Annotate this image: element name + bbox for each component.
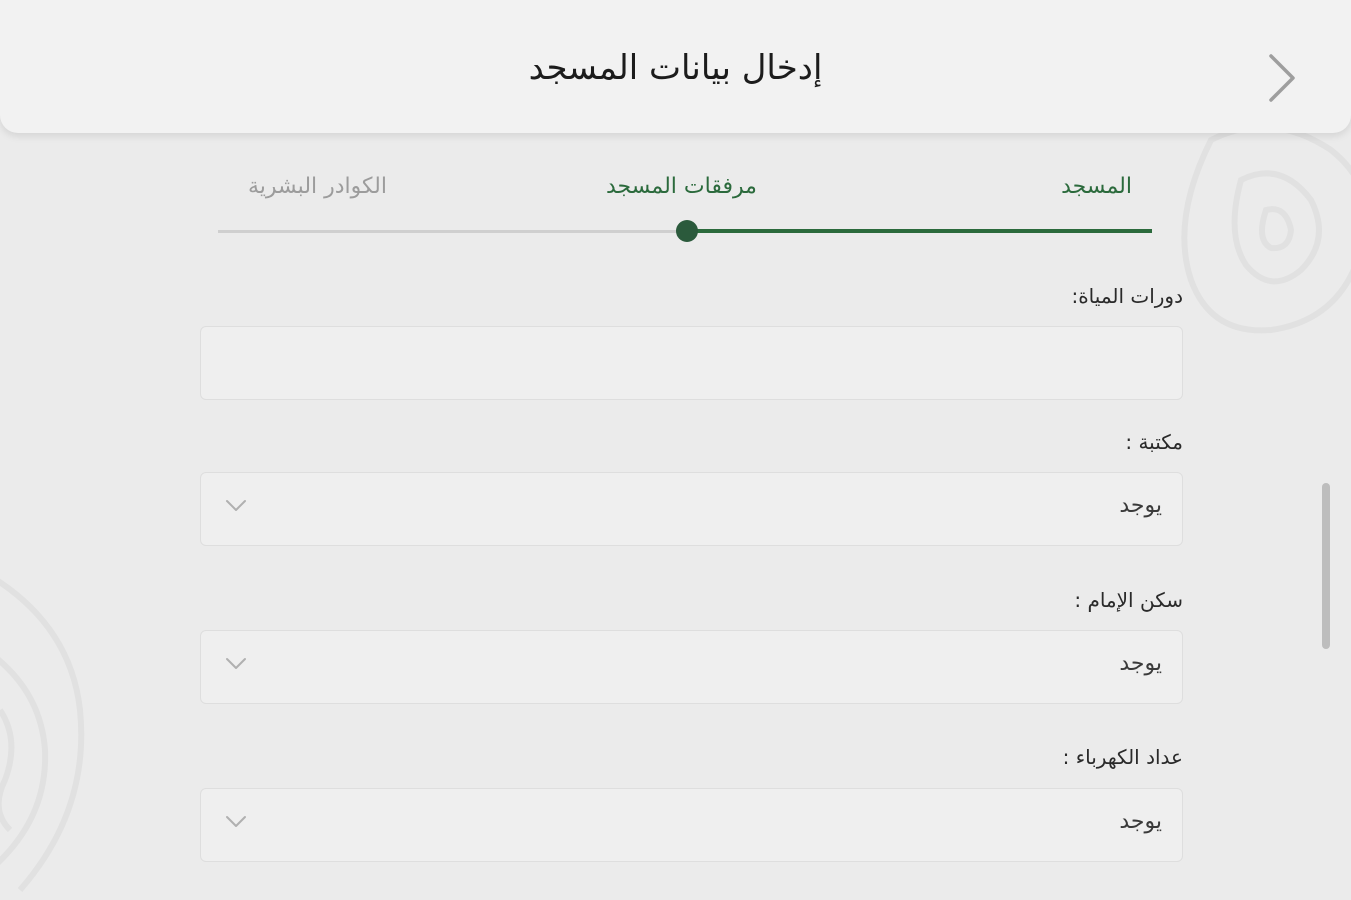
stepper-progress-fill — [686, 229, 1152, 233]
decorative-ornament — [0, 578, 85, 892]
page-title: إدخال بيانات المسجد — [528, 48, 823, 88]
app-header: إدخال بيانات المسجد — [0, 0, 1351, 133]
imam-housing-select-value: يوجد — [1119, 651, 1162, 676]
imam-housing-label: سكن الإمام : — [1074, 588, 1183, 612]
washrooms-label: دورات المياة: — [1071, 284, 1183, 308]
electric-meter-select[interactable]: يوجد — [200, 788, 1183, 862]
stepper-current-dot — [676, 220, 698, 242]
library-select-value: يوجد — [1119, 493, 1162, 518]
scrollbar-thumb[interactable] — [1322, 483, 1330, 649]
chevron-down-icon[interactable] — [225, 657, 247, 671]
step-mosque-facilities[interactable]: مرفقات المسجد — [606, 174, 757, 199]
washrooms-input[interactable] — [201, 327, 1182, 399]
chevron-down-icon[interactable] — [225, 815, 247, 829]
decorative-ornament — [1181, 124, 1351, 334]
progress-stepper: المسجد مرفقات المسجد الكوادر البشرية — [218, 170, 1152, 242]
library-select[interactable]: يوجد — [200, 472, 1183, 546]
washrooms-field[interactable] — [200, 326, 1183, 400]
electric-meter-label: عداد الكهرباء : — [1062, 745, 1183, 769]
chevron-down-icon[interactable] — [225, 499, 247, 513]
library-label: مكتبة : — [1125, 430, 1183, 454]
chevron-right-icon[interactable] — [1263, 50, 1303, 106]
electric-meter-select-value: يوجد — [1119, 809, 1162, 834]
step-mosque[interactable]: المسجد — [1061, 174, 1132, 199]
step-human-staff[interactable]: الكوادر البشرية — [248, 174, 387, 199]
imam-housing-select[interactable]: يوجد — [200, 630, 1183, 704]
mosque-data-entry-screen: إدخال بيانات المسجد المسجد مرفقات المسجد… — [0, 0, 1351, 900]
